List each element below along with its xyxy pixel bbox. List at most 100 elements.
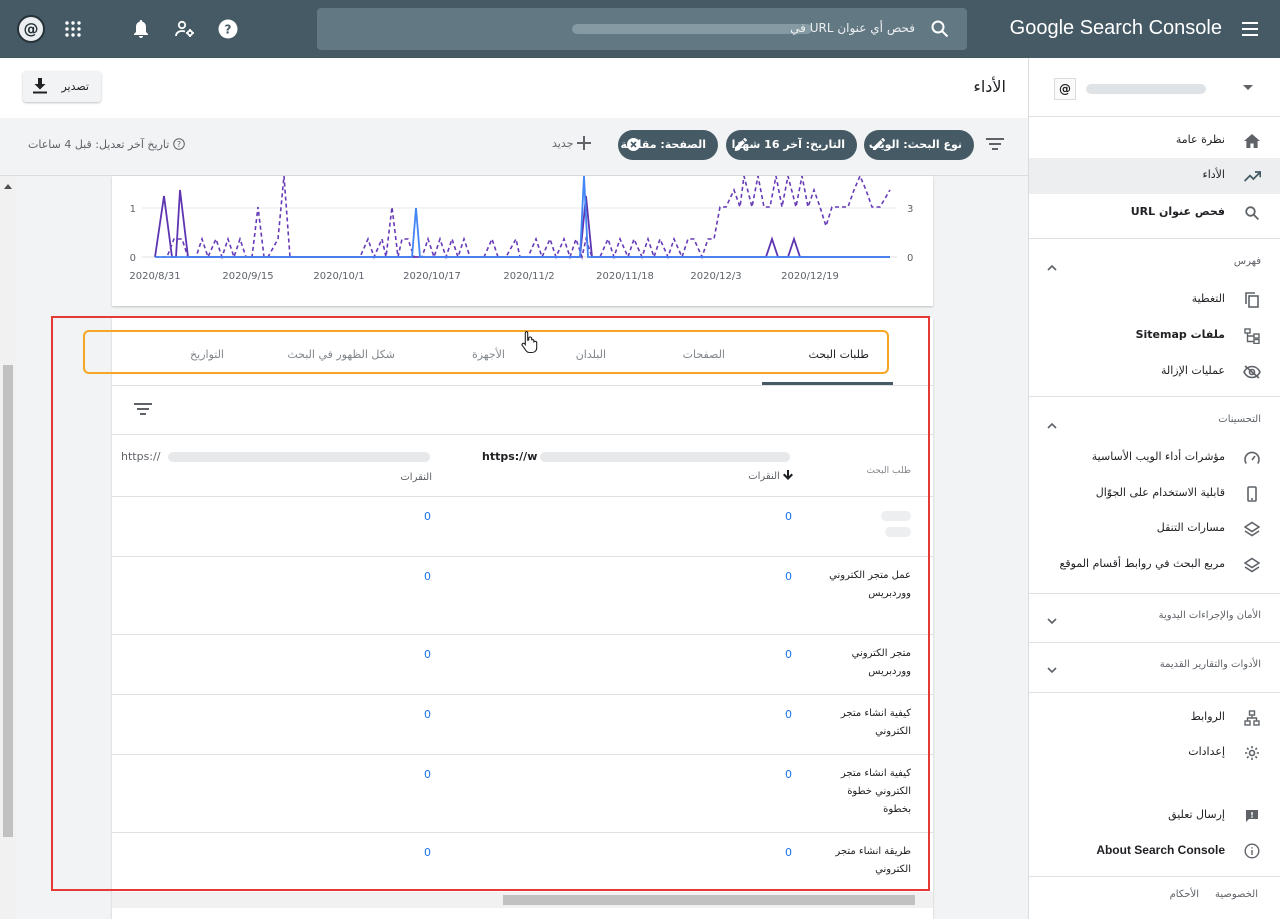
blurred-property-url (572, 24, 812, 34)
performance-chart: 1 0 3 0 2020/8/31 2020/9/15 2020/10/1 2020/10/1… (112, 176, 933, 306)
sidebar: @ نظرة عامة الأداء فحص عنوان URL فهرس ال… (1028, 58, 1280, 919)
manage-users-icon[interactable] (168, 12, 202, 46)
url-inspect-search[interactable]: فحص أي عنوان URL في (317, 8, 967, 50)
sidebar-item-removals[interactable]: عمليات الإزالة (1029, 354, 1280, 390)
y-tick-label-left: 0 (130, 253, 136, 264)
tab-devices[interactable]: الأجهزة (472, 348, 505, 361)
clicks-b-value: 0 (424, 708, 431, 721)
table-row[interactable]: طريقة انشاء متجر الكتروني 0 0 (112, 833, 933, 892)
sidebar-item-sitemaps[interactable]: ملفات Sitemap (1029, 318, 1280, 354)
home-icon (1243, 132, 1261, 150)
chip-search-type[interactable]: نوع البحث: الويب (864, 130, 974, 160)
help-outline-icon: ? (172, 138, 185, 150)
section-legacy-tools[interactable]: الأدوات والتقارير القديمة (1029, 651, 1280, 681)
caret-down-icon[interactable] (1243, 85, 1253, 90)
filter-icon[interactable] (986, 135, 1004, 154)
chip-page-compare[interactable]: الصفحة: مقارنة (618, 130, 718, 160)
filter-bar: ? تاريخ آخر تعديل: قبل 4 ساعات جديد الصف… (0, 118, 1028, 176)
edit-icon[interactable] (873, 137, 886, 153)
chevron-up-icon[interactable] (1047, 414, 1057, 433)
sitemap-icon (1243, 327, 1261, 345)
tab-dates[interactable]: التواريخ (190, 348, 224, 361)
table-horizontal-scrollbar[interactable] (112, 892, 933, 908)
clicks-a-value: 0 (785, 648, 792, 661)
chip-date[interactable]: التاريخ: آخر 16 شهرًا (726, 130, 857, 160)
clicks-b-value: 0 (424, 648, 431, 661)
scrollbar-thumb[interactable] (503, 895, 915, 905)
sidebar-item-url-inspection[interactable]: فحص عنوان URL (1029, 195, 1280, 231)
info-icon (1243, 842, 1261, 860)
blurred-url (168, 452, 430, 462)
table-row[interactable]: عمل متجر الكتروني ووردبريس 0 0 (112, 557, 933, 635)
last-updated: ? تاريخ آخر تعديل: قبل 4 ساعات (28, 138, 185, 151)
account-avatar[interactable]: @ (17, 15, 45, 43)
column-query[interactable]: طلب البحث (867, 466, 911, 476)
sidebar-item-label: الروابط (1190, 710, 1225, 723)
section-index[interactable]: فهرس (1029, 248, 1280, 278)
apps-icon[interactable] (56, 12, 90, 46)
new-filter-button[interactable]: جديد (552, 136, 591, 150)
brand-logo[interactable]: Google Search Console (1010, 17, 1222, 40)
chevron-down-icon[interactable] (1047, 610, 1057, 629)
speed-icon (1243, 449, 1261, 467)
export-button[interactable]: تصدير (23, 71, 101, 102)
scroll-up-arrow[interactable] (4, 184, 12, 189)
sidebar-item-label: ملفات Sitemap (1135, 328, 1225, 341)
divider (1029, 642, 1280, 643)
edit-icon[interactable] (735, 137, 748, 153)
sidebar-item-sitelinks-searchbox[interactable]: مربع البحث في روابط أقسام الموقع (1029, 547, 1280, 583)
y-tick-label-left: 1 (130, 204, 136, 215)
chevron-down-icon[interactable] (1047, 659, 1057, 678)
column-clicks-a[interactable]: النقرات (748, 470, 793, 482)
section-label: فهرس (1233, 256, 1261, 267)
tab-countries[interactable]: البلدان (576, 348, 606, 361)
sidebar-item-label: مؤشرات أداء الويب الأساسية (1091, 450, 1225, 463)
x-tick-label: 2020/10/17 (403, 271, 461, 282)
sidebar-item-feedback[interactable]: إرسال تعليق (1029, 798, 1280, 834)
sidebar-item-settings[interactable]: إعدادات (1029, 735, 1280, 771)
last-updated-text: تاريخ آخر تعديل: قبل 4 ساعات (28, 138, 170, 151)
sidebar-item-breadcrumbs[interactable]: مسارات التنقل (1029, 511, 1280, 547)
tab-pages[interactable]: الصفحات (683, 348, 725, 361)
x-tick-label: 2020/8/31 (129, 271, 180, 282)
property-selector[interactable]: @ (1049, 72, 1261, 106)
divider (1029, 116, 1280, 117)
terms-link[interactable]: الأحكام (1170, 889, 1199, 900)
divider (1029, 396, 1280, 397)
table-filter-icon[interactable] (134, 400, 152, 419)
chevron-up-icon[interactable] (1047, 256, 1057, 275)
search-icon[interactable] (931, 20, 949, 42)
sidebar-item-mobile-usability[interactable]: قابلية الاستخدام على الجوّال (1029, 476, 1280, 512)
active-tab-indicator (762, 382, 893, 385)
dimension-table-card: طلبات البحث الصفحات البلدان الأجهزة شكل … (112, 318, 933, 919)
sidebar-item-links[interactable]: الروابط (1029, 700, 1280, 736)
sidebar-item-core-web-vitals[interactable]: مؤشرات أداء الويب الأساسية (1029, 440, 1280, 476)
sidebar-item-label: مربع البحث في روابط أقسام الموقع (1059, 557, 1225, 570)
blurred-query (881, 511, 911, 521)
page-scrollbar[interactable] (0, 176, 16, 919)
sidebar-item-label: قابلية الاستخدام على الجوّال (1095, 486, 1225, 499)
eye-off-icon (1243, 363, 1261, 381)
scrollbar-thumb[interactable] (3, 365, 13, 837)
sidebar-item-performance[interactable]: الأداء (1029, 158, 1280, 194)
table-row[interactable]: 0 0 (112, 497, 933, 557)
column-clicks-b[interactable]: النقرات (400, 472, 432, 483)
help-icon[interactable]: ? (211, 12, 245, 46)
section-enhancements[interactable]: التحسينات (1029, 406, 1280, 436)
blurred-query (885, 527, 911, 537)
section-security[interactable]: الأمان والإجراءات اليدوية (1029, 602, 1280, 632)
bell-icon[interactable] (124, 12, 158, 46)
sidebar-item-about[interactable]: About Search Console (1029, 833, 1280, 869)
table-row[interactable]: كيفية انشاء متجر الكتروني 0 0 (112, 695, 933, 755)
x-tick-label: 2020/10/1 (313, 271, 364, 282)
query-text: متجر الكتروني ووردبريس (851, 648, 911, 677)
table-row[interactable]: كيفية انشاء متجر الكتروني خطوة بخطوة 0 0 (112, 755, 933, 833)
tab-queries[interactable]: طلبات البحث (808, 348, 869, 361)
table-row[interactable]: متجر الكتروني ووردبريس 0 0 (112, 635, 933, 695)
sidebar-item-coverage[interactable]: التغطية (1029, 282, 1280, 318)
tab-search-appearance[interactable]: شكل الظهور في البحث (287, 348, 395, 361)
menu-icon[interactable] (1242, 21, 1258, 40)
privacy-link[interactable]: الخصوصية (1215, 889, 1258, 900)
close-circle-icon[interactable] (627, 138, 640, 154)
sidebar-item-overview[interactable]: نظرة عامة (1029, 123, 1280, 159)
